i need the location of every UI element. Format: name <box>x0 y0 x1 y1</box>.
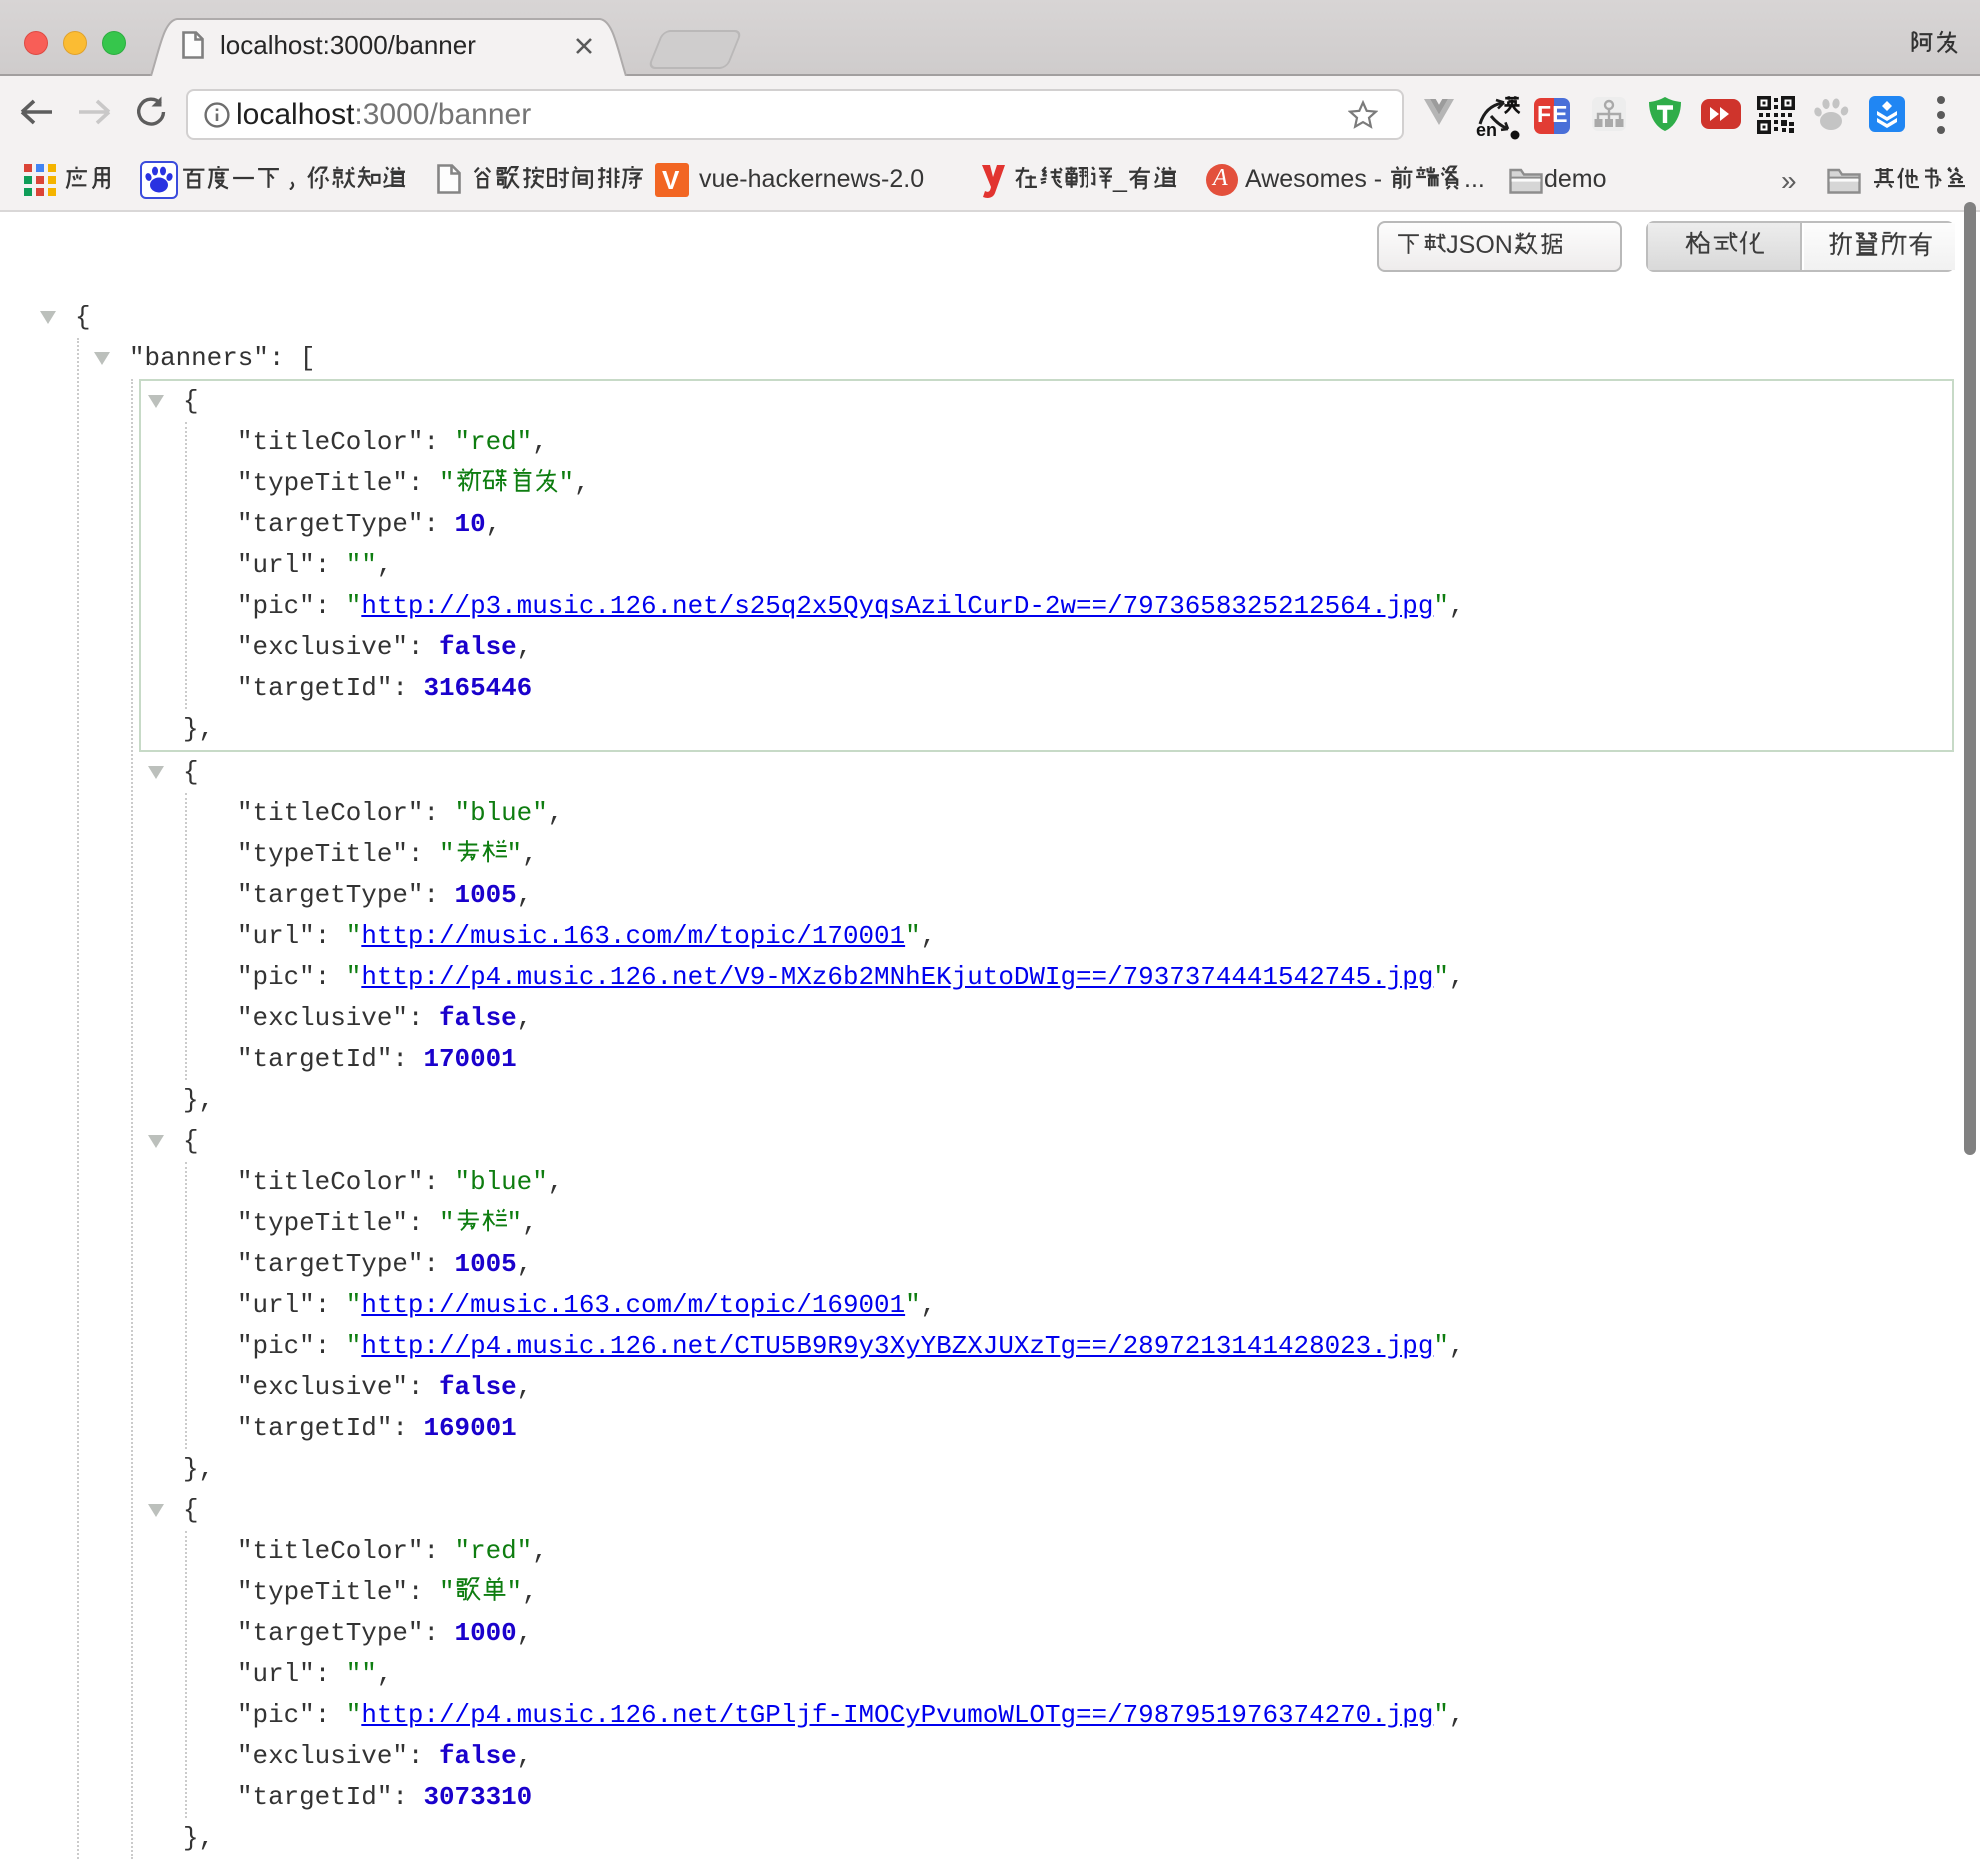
svg-text:en: en <box>1476 120 1497 140</box>
